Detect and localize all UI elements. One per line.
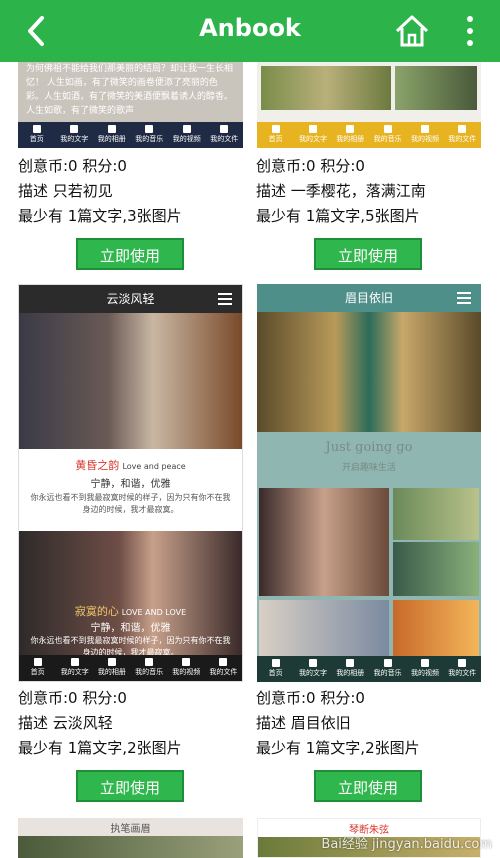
template-info-2: 创意币:0 积分:0 描述 一季樱花，落满江南 最少有 1篇文字,5张图片 — [256, 154, 426, 229]
app-bar: Anbook — [0, 0, 500, 62]
preview-header: 眉目依旧 — [257, 284, 481, 312]
template-info-3: 创意币:0 积分:0 描述 云淡风轻 最少有 1篇文字,2张图片 — [18, 686, 182, 761]
requirement-text: 最少有 1篇文字,2张图片 — [18, 739, 182, 757]
requirement-text: 最少有 1篇文字,5张图片 — [256, 207, 420, 225]
preview-photo — [259, 488, 389, 596]
preview-headline: 黄昏之韵 — [75, 459, 120, 472]
more-vert-icon[interactable] — [458, 12, 482, 50]
menu-icon — [218, 293, 232, 305]
preview-nav-bar: 首页 我的文字 我的相册 我的音乐 我的视频 我的文件 — [257, 122, 481, 148]
preview-photo — [393, 488, 479, 540]
credits-text: 创意币:0 积分:0 — [256, 689, 365, 707]
overlay-title: 寂寞的心 — [74, 605, 119, 618]
description-text: 描述 眉目依旧 — [256, 714, 351, 732]
description-text: 描述 一季樱花，落满江南 — [256, 182, 426, 200]
watermark: Bai经验 jingyan.baidu.com — [321, 837, 492, 852]
requirement-text: 最少有 1篇文字,3张图片 — [18, 207, 182, 225]
preview-nav-bar: 首页 我的文字 我的相册 我的音乐 我的视频 我的文件 — [257, 656, 481, 682]
template-preview-1[interactable]: 为何佛祖不能给我们那美丽的结局？却让我一生长相忆！ 人生如画，有了微笑的画卷便添… — [18, 62, 243, 148]
template-preview-4[interactable]: 眉目依旧 Just going go 开启趣味生活 首页 我的文字 我的相册 我… — [257, 284, 481, 682]
credits-text: 创意币:0 积分:0 — [18, 689, 127, 707]
requirement-text: 最少有 1篇文字,2张图片 — [256, 739, 420, 757]
preview-nav-bar: 首页 我的文字 我的相册 我的音乐 我的视频 我的文件 — [18, 122, 243, 148]
preview-header: 云淡风轻 — [19, 285, 242, 313]
preview-headline-en: Love and peace — [122, 462, 186, 471]
preview-tagline: 宁静，和谐，优雅 — [90, 479, 171, 490]
overlay-tagline: 宁静，和谐，优雅 — [90, 623, 171, 634]
credits-text: 创意币:0 积分:0 — [256, 157, 365, 175]
preview-body-text: 你永远也看不到我最寂寞时候的样子，因为只有你不在我身边的时候，我才最寂寞。 — [30, 493, 231, 514]
preview-photo — [393, 600, 479, 656]
template-preview-2[interactable]: 首页 我的文字 我的相册 我的音乐 我的视频 我的文件 — [257, 62, 481, 148]
overlay-body-text: 你永远也看不到我最寂寞时候的样子，因为只有你不在我身边的时候，我才最寂寞。 — [30, 636, 231, 657]
template-info-1: 创意币:0 积分:0 描述 只若初见 最少有 1篇文字,3张图片 — [18, 154, 182, 229]
preview-photo — [259, 600, 389, 656]
preview-photo — [395, 66, 477, 110]
preview-body-text: 为何佛祖不能给我们那美丽的结局？却让我一生长相忆！ 人生如画，有了微笑的画卷便添… — [26, 64, 234, 116]
home-icon[interactable] — [393, 12, 431, 50]
template-info-4: 创意币:0 积分:0 描述 眉目依旧 最少有 1篇文字,2张图片 — [256, 686, 420, 761]
template-preview-5[interactable]: 执笔画眉 — [18, 818, 243, 858]
use-template-button-2[interactable]: 立即使用 — [314, 238, 422, 270]
preview-photo — [261, 66, 391, 110]
preview-photo — [393, 542, 479, 596]
preview-photo — [18, 836, 243, 858]
preview-header: 执笔画眉 — [110, 824, 151, 835]
description-text: 描述 只若初见 — [18, 182, 113, 200]
use-template-button-1[interactable]: 立即使用 — [76, 238, 184, 270]
overlay-en: LOVE AND LOVE — [121, 608, 187, 617]
use-template-button-3[interactable]: 立即使用 — [76, 770, 184, 802]
preview-subtitle: 开启趣味生活 — [341, 463, 396, 473]
preview-nav-bar: 首页 我的文字 我的相册 我的音乐 我的视频 我的文件 — [19, 655, 242, 681]
description-text: 描述 云淡风轻 — [18, 714, 113, 732]
preview-photo — [19, 313, 242, 449]
use-template-button-4[interactable]: 立即使用 — [314, 770, 422, 802]
menu-icon — [457, 292, 471, 304]
credits-text: 创意币:0 积分:0 — [18, 157, 127, 175]
preview-script: Just going go — [325, 440, 413, 455]
template-preview-3[interactable]: 云淡风轻 黄昏之韵 Love and peace 宁静，和谐，优雅 你永远也看不… — [18, 284, 243, 682]
preview-photo — [257, 312, 481, 432]
